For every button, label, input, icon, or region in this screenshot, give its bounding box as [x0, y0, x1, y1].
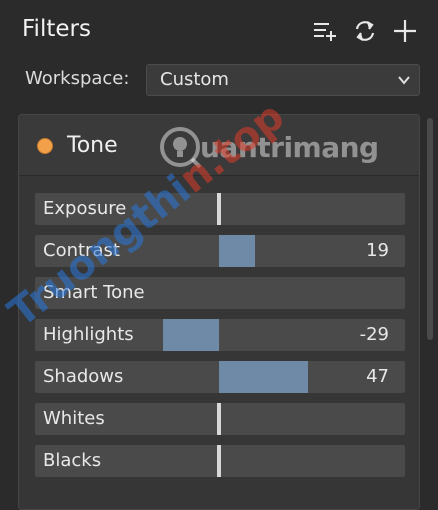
tone-status-dot[interactable] — [37, 138, 53, 154]
slider-center-marker — [217, 445, 221, 477]
workspace-value: Custom — [160, 69, 229, 90]
slider-label: Exposure — [43, 198, 127, 219]
slider-value: 19 — [366, 240, 389, 261]
slider-exposure[interactable]: Exposure — [35, 193, 405, 225]
slider-label: Smart Tone — [43, 282, 145, 303]
panel-scrollbar[interactable] — [427, 118, 433, 340]
tone-panel-header[interactable]: Tone — [19, 115, 419, 176]
plus-icon[interactable] — [392, 18, 418, 44]
slider-label: Whites — [43, 408, 105, 429]
slider-smart-tone[interactable]: Smart Tone — [35, 277, 405, 309]
slider-fill — [219, 235, 255, 267]
slider-center-marker — [217, 193, 221, 225]
slider-label: Shadows — [43, 366, 124, 387]
slider-blacks[interactable]: Blacks — [35, 445, 405, 477]
slider-fill — [219, 361, 308, 393]
slider-shadows[interactable]: Shadows 47 — [35, 361, 405, 393]
panel-title-filters: Filters — [22, 16, 91, 42]
filters-header: Filters — [0, 0, 438, 62]
chevron-down-icon — [397, 73, 411, 87]
slider-center-marker — [217, 403, 221, 435]
workspace-label: Workspace: — [25, 68, 130, 89]
slider-label: Highlights — [43, 324, 134, 345]
slider-value: -29 — [359, 324, 389, 345]
sync-icon[interactable] — [352, 18, 378, 44]
tone-panel-title: Tone — [67, 133, 118, 158]
slider-label: Blacks — [43, 450, 102, 471]
slider-highlights[interactable]: Highlights -29 — [35, 319, 405, 351]
slider-whites[interactable]: Whites — [35, 403, 405, 435]
slider-label: Contrast — [43, 240, 120, 261]
workspace-select[interactable]: Custom — [146, 64, 420, 96]
slider-contrast[interactable]: Contrast 19 — [35, 235, 405, 267]
slider-value: 47 — [366, 366, 389, 387]
slider-fill — [163, 319, 219, 351]
add-list-icon[interactable] — [312, 18, 338, 44]
